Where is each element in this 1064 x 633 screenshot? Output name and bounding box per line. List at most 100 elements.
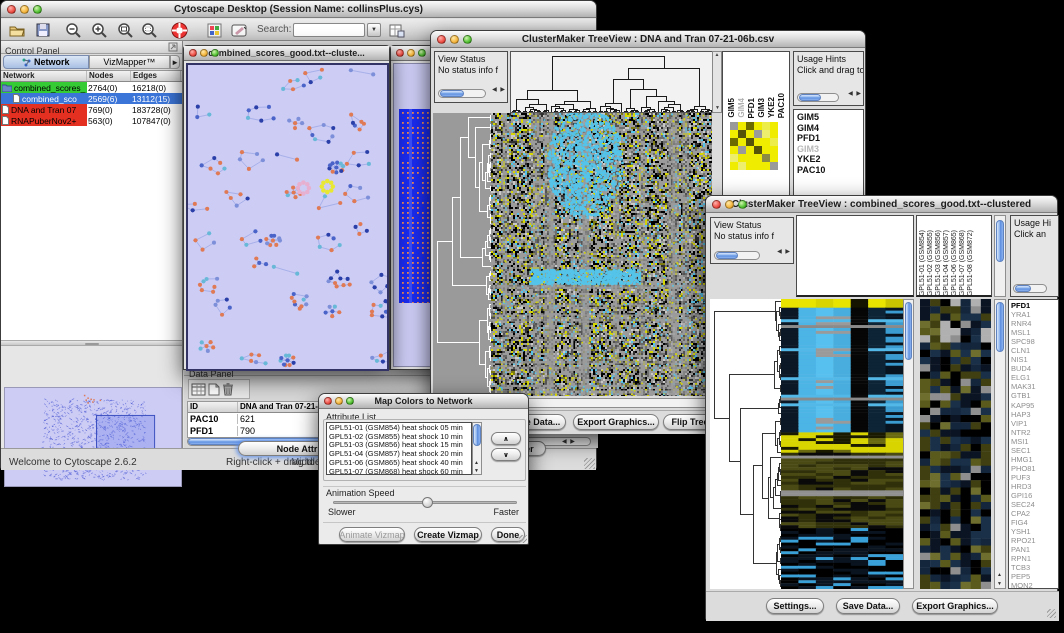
network-column-edges[interactable]: Edges [131, 71, 181, 81]
minimize-button[interactable] [725, 200, 734, 209]
map-dialog-title-bar[interactable]: Map Colors to Network [319, 394, 528, 409]
network-view-title-bar[interactable]: combined_scores_good.txt--cluste... [184, 46, 389, 61]
help-lifesaver-icon[interactable] [169, 21, 189, 39]
tv1-hints-scrollbar[interactable] [797, 93, 839, 102]
network-canvas[interactable] [186, 63, 389, 371]
up-arrow-icon[interactable]: ▲ [715, 52, 720, 58]
treeview1-title-bar[interactable]: ClusterMaker TreeView : DNA and Tran 07-… [431, 31, 865, 48]
attribute-batch-icon[interactable] [387, 21, 407, 39]
table-icon[interactable] [191, 383, 206, 396]
tv2-gene-label[interactable]: CPA2 [1011, 509, 1056, 518]
zoom-button[interactable] [211, 49, 219, 57]
tv1-row-label[interactable]: PAC10 [797, 165, 860, 176]
tv2-gene-label[interactable]: KAP95 [1011, 401, 1056, 410]
tv2-gene-label[interactable]: MSI1 [1011, 437, 1056, 446]
dialog-resize-grip[interactable] [519, 535, 527, 543]
minimize-button[interactable] [450, 35, 459, 44]
up-arrow-icon[interactable]: ▲ [997, 572, 1002, 578]
up-arrow-icon[interactable]: ▲ [474, 460, 479, 466]
tv2-gene-label[interactable]: PAN1 [1011, 545, 1056, 554]
close-button[interactable] [189, 49, 197, 57]
tv2-heatmap[interactable] [781, 299, 903, 589]
tab-vizmapper[interactable]: VizMapper™ [89, 55, 171, 69]
tv2-heatmap-vscrollbar[interactable] [903, 299, 914, 589]
attribute-list-scrollbar[interactable]: ▲ ▼ [472, 422, 482, 475]
network-table-row[interactable]: combined_scores_2764(0)16218(0) [1, 82, 182, 93]
tv2-gene-label[interactable]: HMG1 [1011, 455, 1056, 464]
tv1-row-dendrogram[interactable] [433, 113, 491, 396]
zoom-selected-icon[interactable] [115, 21, 135, 39]
tv1-mini-heatmap[interactable] [730, 122, 778, 170]
main-resize-grip[interactable] [584, 458, 595, 469]
tv2-gene-label[interactable]: HAP3 [1011, 410, 1056, 419]
tv2-gene-label[interactable]: ELG1 [1011, 373, 1056, 382]
animation-speed-slider[interactable] [333, 501, 517, 504]
tv1-status-scrollbar[interactable] [438, 89, 486, 98]
tv2-gene-label[interactable]: CLN1 [1011, 346, 1056, 355]
network-table-row[interactable]: DNA and Tran 07769(0)183728(0) [1, 104, 182, 115]
minimize-button[interactable] [335, 397, 343, 405]
tv2-gene-label[interactable]: YRA1 [1011, 310, 1056, 319]
close-button[interactable] [324, 397, 332, 405]
tv2-gene-label[interactable]: GPI16 [1011, 491, 1056, 500]
zoom-button[interactable] [418, 49, 426, 57]
tv1-row-label[interactable]: GIM4 [797, 123, 860, 134]
network-overview-thumbnail[interactable] [4, 387, 182, 487]
tab-network[interactable]: Network [3, 55, 89, 69]
network-table-row[interactable]: combined_sco2569(6)13112(15) [1, 93, 182, 104]
attribute-list[interactable]: GPL51-01 (GSM854) heat shock 05 min GPL51… [326, 422, 472, 475]
tv1-row-label[interactable]: YKE2 [797, 154, 860, 165]
tv2-gene-label[interactable]: VIP1 [1011, 419, 1056, 428]
tv2-gene-label[interactable]: RNR4 [1011, 319, 1056, 328]
tv2-gene-label[interactable]: YSH1 [1011, 527, 1056, 536]
slider-thumb[interactable] [422, 497, 433, 508]
animate-vizmap-button[interactable]: Animate Vizmap [339, 527, 405, 542]
tv2-export-graphics-button[interactable]: Export Graphics... [912, 598, 998, 614]
tv2-gene-label[interactable]: SEC24 [1011, 500, 1056, 509]
tv2-gene-label[interactable]: BUD4 [1011, 364, 1056, 373]
tv2-gene-label[interactable]: MAK31 [1011, 382, 1056, 391]
treeview2-title-bar[interactable]: ClusterMaker TreeView : combined_scores_… [706, 196, 1057, 213]
network-column-nodes[interactable]: Nodes [87, 71, 131, 81]
tab-overflow-arrow[interactable]: ► [170, 55, 180, 69]
tv2-gene-list[interactable]: PFD1YRA1RNR4MSL1SPC98CLN1NIS1BUD4ELG1MAK… [1008, 299, 1059, 589]
tv2-status-scrollbar[interactable] [714, 251, 760, 260]
tv2-top-vscrollbar[interactable] [994, 215, 1006, 297]
scroll-arrows[interactable]: ◀ ▶ [777, 247, 791, 258]
create-vizmap-button[interactable]: Create Vizmap [414, 527, 482, 542]
tv2-gene-label[interactable]: NTR2 [1011, 428, 1056, 437]
network-table-row[interactable]: RNAPuberNov2+563(0)107847(0) [1, 115, 182, 126]
tv2-resize-grip[interactable] [1047, 609, 1056, 618]
new-page-icon[interactable] [208, 383, 220, 396]
scroll-arrows[interactable]: ◀ ▶ [492, 85, 506, 96]
zoom-button[interactable] [463, 35, 472, 44]
data-column-header[interactable]: ID [188, 402, 238, 412]
tv2-gene-label[interactable]: FIG4 [1011, 518, 1056, 527]
attribute-list-item[interactable]: GPL51-01 (GSM854) heat shock 05 min [329, 424, 469, 433]
tv2-gene-label[interactable]: TCB3 [1011, 563, 1056, 572]
open-file-icon[interactable] [7, 21, 27, 39]
network-column-network[interactable]: Network [1, 71, 87, 81]
down-arrow-icon[interactable]: ▼ [997, 581, 1002, 587]
tv2-gene-label[interactable]: GTB1 [1011, 391, 1056, 400]
close-button[interactable] [712, 200, 721, 209]
tv2-gene-label[interactable]: PHO81 [1011, 464, 1056, 473]
scroll-arrows[interactable]: ◀ ▶ [848, 89, 862, 100]
tv1-column-dendrogram[interactable] [510, 51, 714, 113]
move-up-button[interactable]: ∧ [491, 432, 521, 445]
tv2-gene-label[interactable]: RPO21 [1011, 536, 1056, 545]
tv2-gene-label[interactable]: PFD1 [1011, 301, 1056, 310]
down-arrow-icon[interactable]: ▼ [474, 468, 479, 474]
tv1-thin-scroll-strip[interactable]: ▲ ▼ [712, 51, 722, 113]
minimize-button[interactable] [407, 49, 415, 57]
scroll-arrows[interactable]: ◀ ▶ [562, 438, 576, 445]
tv2-zoom-heatmap[interactable] [920, 299, 991, 589]
zoom-in-icon[interactable] [89, 21, 109, 39]
tv2-save-data-button[interactable]: Save Data... [836, 598, 900, 614]
panel-splitter[interactable] [1, 340, 182, 346]
tv1-row-label[interactable]: GIM3 [797, 144, 860, 155]
tv2-gene-label[interactable]: HRD3 [1011, 482, 1056, 491]
attribute-list-item[interactable]: GPL51-07 (GSM868) heat shock 60 min [329, 468, 469, 475]
attribute-list-item[interactable]: GPL51-04 (GSM857) heat shock 20 min [329, 450, 469, 459]
tv2-gene-label[interactable]: SEC1 [1011, 446, 1056, 455]
